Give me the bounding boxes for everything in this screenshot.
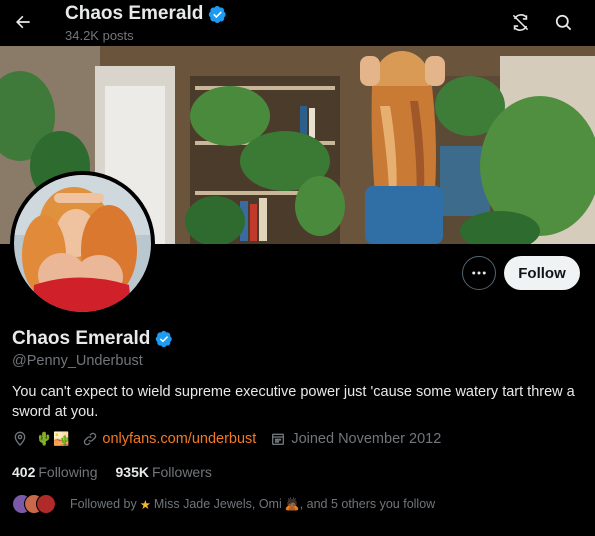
more-options-button[interactable] <box>462 256 496 290</box>
follow-button[interactable]: Follow <box>504 256 580 290</box>
profile-link[interactable]: onlyfans.com/underbust <box>102 431 256 447</box>
link-icon <box>82 431 98 447</box>
verified-badge-icon <box>156 330 173 348</box>
star-icon: ★ <box>139 497 151 512</box>
profile-meta-row: 🌵🏜️ onlyfans.com/underbust Joined Novemb… <box>12 431 441 447</box>
followers-label: Followers <box>151 464 212 480</box>
posts-count: 34.2K posts <box>65 28 134 43</box>
calendar-icon <box>270 431 286 447</box>
profile-name-row: Chaos Emerald <box>12 328 173 350</box>
followers-link[interactable]: 935K Followers <box>116 464 212 480</box>
following-label: Following <box>38 464 98 480</box>
location-text: 🌵🏜️ <box>36 431 71 446</box>
location-icon <box>12 431 28 447</box>
back-arrow-icon <box>16 15 30 29</box>
refresh-button[interactable] <box>505 7 535 37</box>
verified-badge-icon <box>209 5 226 23</box>
more-icon <box>472 271 486 275</box>
followed-by-suffix: , and 5 others you follow <box>299 497 436 511</box>
search-icon <box>555 14 571 30</box>
avatar-image <box>14 175 151 312</box>
avatar <box>36 494 56 514</box>
profile-bio: You can't expect to wield supreme execut… <box>12 384 575 420</box>
profile-name: Chaos Emerald <box>12 328 151 349</box>
top-bar: Chaos Emerald 34.2K posts <box>0 0 595 46</box>
header-title: Chaos Emerald <box>65 3 204 24</box>
followed-by-names: Miss Jade Jewels, Omi <box>153 497 282 511</box>
back-button[interactable] <box>8 7 38 37</box>
followers-count: 935K <box>115 464 149 480</box>
header-title-block: Chaos Emerald 34.2K posts <box>65 3 227 43</box>
joined-date: Joined November 2012 <box>291 431 442 447</box>
following-count: 402 <box>12 464 36 480</box>
profile-handle: @Penny_Underbust <box>12 353 143 369</box>
search-button[interactable] <box>548 7 578 37</box>
follow-counts: 402 Following 935K Followers <box>12 464 212 480</box>
refresh-icon <box>512 13 528 31</box>
followed-by-row[interactable]: Followed by ★ Miss Jade Jewels, Omi 🙇🏾 ,… <box>12 492 435 516</box>
profile-avatar[interactable] <box>10 171 155 316</box>
followed-by-prefix: Followed by <box>70 497 137 511</box>
emoji-icon: 🙇🏾 <box>284 497 300 511</box>
facepile <box>12 492 62 516</box>
following-link[interactable]: 402 Following <box>12 464 98 480</box>
